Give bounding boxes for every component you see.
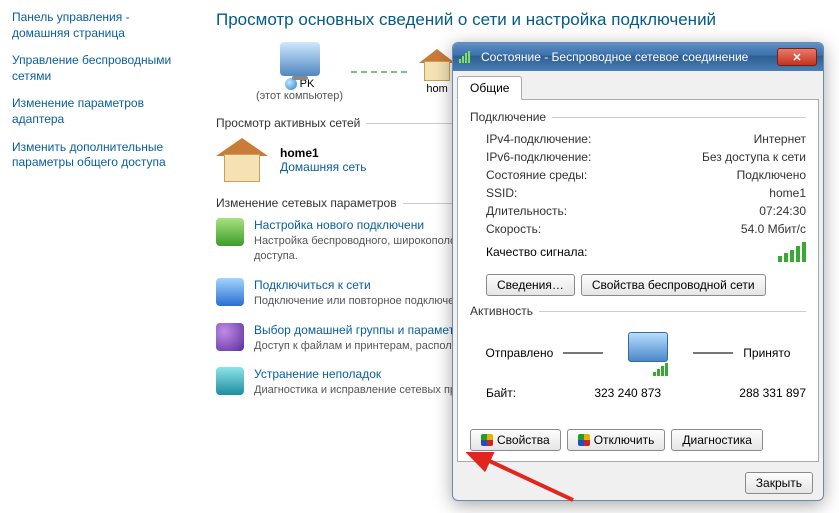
activity-group-label: Активность (470, 304, 806, 318)
signal-bars-icon (778, 242, 806, 262)
row-speed: Скорость:54.0 Мбит/с (470, 220, 806, 238)
bytes-row: Байт: 323 240 873 288 331 897 (470, 382, 806, 404)
row-media: Состояние среды:Подключено (470, 166, 806, 184)
homegroup-icon (216, 323, 244, 351)
dialog-titlebar[interactable]: Состояние - Беспроводное сетевое соедине… (453, 43, 823, 71)
bytes-sent: 323 240 873 (594, 386, 661, 400)
recv-label: Принято (743, 346, 790, 360)
bytes-label: Байт: (486, 386, 516, 400)
troubleshoot-icon (216, 367, 244, 395)
row-signal: Качество сигнала: (470, 238, 806, 266)
shield-icon (578, 434, 590, 446)
house-icon (419, 49, 455, 81)
sidebar-link-adapter[interactable]: Изменение параметров адаптера (12, 96, 184, 127)
row-ssid: SSID:home1 (470, 184, 806, 202)
computer-icon (280, 42, 320, 76)
house-icon (216, 138, 268, 182)
details-button[interactable]: Сведения… (486, 274, 575, 296)
network-name: home1 (280, 146, 366, 160)
monitor-icon (613, 330, 683, 376)
close-button[interactable]: ✕ (777, 48, 817, 66)
shield-icon (481, 434, 493, 446)
map-connector (351, 71, 411, 73)
connection-group-label: Подключение (470, 110, 806, 124)
close-dialog-button[interactable]: Закрыть (745, 472, 813, 494)
network-type-link[interactable]: Домашняя сеть (280, 160, 366, 174)
row-duration: Длительность:07:24:30 (470, 202, 806, 220)
page-title: Просмотр основных сведений о сети и наст… (216, 10, 819, 30)
map-home: hom (419, 49, 455, 95)
sidebar: Панель управления - домашняя страница Уп… (0, 0, 196, 513)
tab-strip: Общие (453, 71, 823, 99)
sidebar-link-wireless[interactable]: Управление беспроводными сетями (12, 53, 184, 84)
new-connection-icon (216, 218, 244, 246)
sidebar-link-sharing[interactable]: Изменить дополнительные параметры общего… (12, 140, 184, 171)
sent-label: Отправлено (486, 346, 554, 360)
map-pc: PK (этот компьютер) (256, 42, 343, 102)
sidebar-link-home[interactable]: Панель управления - домашняя страница (12, 10, 184, 41)
tab-content: Подключение IPv4-подключение:Интернет IP… (457, 99, 819, 462)
disable-button[interactable]: Отключить (567, 429, 666, 451)
status-dialog: Состояние - Беспроводное сетевое соедине… (452, 42, 824, 501)
row-ipv6: IPv6-подключение:Без доступа к сети (470, 148, 806, 166)
diagnose-button[interactable]: Диагностика (671, 429, 763, 451)
row-ipv4: IPv4-подключение:Интернет (470, 130, 806, 148)
close-icon: ✕ (792, 51, 801, 64)
activity-graphic: Отправлено Принято (470, 330, 806, 376)
map-home-label: hom (426, 83, 447, 95)
tab-general[interactable]: Общие (457, 76, 522, 100)
map-pc-sub: (этот компьютер) (256, 90, 343, 102)
properties-button[interactable]: Свойства (470, 429, 561, 451)
bytes-recv: 288 331 897 (739, 386, 806, 400)
signal-icon (459, 51, 475, 63)
dialog-title: Состояние - Беспроводное сетевое соедине… (481, 50, 777, 64)
wireless-properties-button[interactable]: Свойства беспроводной сети (581, 274, 766, 296)
connect-icon (216, 278, 244, 306)
